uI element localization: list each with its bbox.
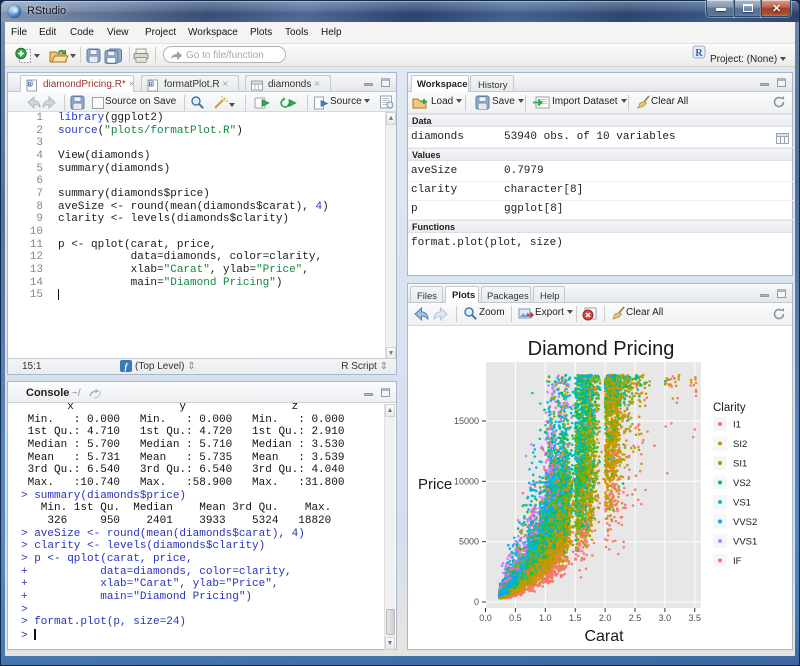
- svg-text:Clarity: Clarity: [713, 402, 746, 414]
- svg-text:R: R: [695, 48, 703, 59]
- svg-text:15000: 15000: [454, 416, 479, 426]
- svg-text:VS2: VS2: [733, 478, 751, 489]
- svg-text:IF: IF: [733, 556, 742, 567]
- svg-text:VS1: VS1: [733, 498, 751, 509]
- svg-text:R: R: [148, 81, 153, 88]
- svg-text:5000: 5000: [459, 537, 479, 547]
- svg-text:Price: Price: [418, 476, 452, 493]
- svg-text:2.5: 2.5: [629, 613, 642, 623]
- svg-text:SI2: SI2: [733, 439, 747, 450]
- svg-text:Diamond Pricing: Diamond Pricing: [528, 338, 675, 360]
- svg-text:0.0: 0.0: [479, 613, 492, 623]
- svg-text:VVS1: VVS1: [733, 537, 757, 548]
- svg-text:2.0: 2.0: [599, 613, 612, 623]
- svg-text:3.0: 3.0: [659, 613, 672, 623]
- svg-text:10000: 10000: [454, 476, 479, 486]
- svg-text:R: R: [27, 81, 32, 88]
- svg-text:1.5: 1.5: [569, 613, 582, 623]
- svg-text:VVS2: VVS2: [733, 517, 757, 528]
- svg-text:1.0: 1.0: [539, 613, 552, 623]
- svg-text:Carat: Carat: [584, 628, 624, 645]
- svg-text:0: 0: [474, 597, 479, 607]
- svg-text:SI1: SI1: [733, 459, 747, 470]
- svg-text:I1: I1: [733, 420, 741, 431]
- svg-text:3.5: 3.5: [689, 613, 702, 623]
- svg-text:0.5: 0.5: [509, 613, 522, 623]
